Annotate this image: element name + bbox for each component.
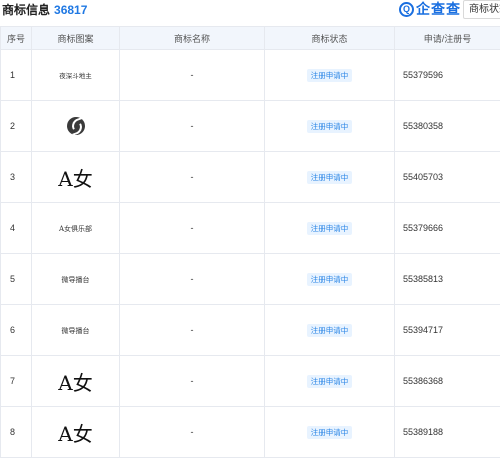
trademark-name: -: [120, 152, 265, 203]
trademark-logo-text: A女: [58, 422, 92, 446]
status-badge: 注册申请中: [307, 426, 353, 439]
table-row[interactable]: 7 A女 - 注册申请中 55386368: [1, 356, 500, 407]
table-row[interactable]: 6 微导播台 - 注册申请中 55394717: [1, 305, 500, 356]
trademark-logo-cell[interactable]: 微导播台: [32, 305, 120, 356]
trademark-logo-text: 夜深斗地主: [59, 72, 92, 80]
status-cell: 注册申请中: [265, 305, 395, 356]
row-index: 4: [1, 203, 32, 254]
status-cell: 注册申请中: [265, 152, 395, 203]
section-title: 商标信息 36817: [2, 1, 87, 18]
row-index: 7: [1, 356, 32, 407]
trademark-logo-text: A女: [58, 167, 92, 191]
registration-number[interactable]: 55389188: [395, 407, 500, 458]
registration-number[interactable]: 55379596: [395, 50, 500, 101]
table-header-row: 序号 商标图案 商标名称 商标状态 申请/注册号: [1, 27, 500, 50]
registration-number[interactable]: 55394717: [395, 305, 500, 356]
trademark-logo-cell[interactable]: A女俱乐部: [32, 203, 120, 254]
trademark-logo-cell[interactable]: 微导播台: [32, 254, 120, 305]
registration-number[interactable]: 55379666: [395, 203, 500, 254]
status-cell: 注册申请中: [265, 50, 395, 101]
status-cell: 注册申请中: [265, 101, 395, 152]
column-header-reg-no: 申请/注册号: [395, 27, 500, 50]
trademark-table: 序号 商标图案 商标名称 商标状态 申请/注册号 1 夜深斗地主 - 注册申请中 553…: [0, 26, 500, 458]
table-row[interactable]: 3 A女 - 注册申请中 55405703: [1, 152, 500, 203]
trademark-name: -: [120, 305, 265, 356]
status-cell: 注册申请中: [265, 254, 395, 305]
table-row[interactable]: 1 夜深斗地主 - 注册申请中 55379596: [1, 50, 500, 101]
trademark-logo-text: A女: [58, 371, 92, 395]
trademark-logo-text: 微导播台: [62, 276, 90, 284]
column-header-logo: 商标图案: [32, 27, 120, 50]
status-filter-dropdown[interactable]: 商标状态: [463, 0, 500, 19]
status-badge: 注册申请中: [307, 171, 353, 184]
row-index: 2: [1, 101, 32, 152]
qichacha-logo-text: 企查查: [416, 0, 461, 19]
row-index: 5: [1, 254, 32, 305]
status-badge: 注册申请中: [307, 273, 353, 286]
table-row[interactable]: 2 - 注册申请中 55380358: [1, 101, 500, 152]
trademark-logo-cell[interactable]: 夜深斗地主: [32, 50, 120, 101]
table-row[interactable]: 5 微导播台 - 注册申请中 55385813: [1, 254, 500, 305]
s-logo-icon: [67, 117, 85, 135]
status-badge: 注册申请中: [307, 324, 353, 337]
registration-number[interactable]: 55405703: [395, 152, 500, 203]
column-header-status: 商标状态: [265, 27, 395, 50]
section-header: 商标信息 36817 Q 企查查 商标状态: [0, 0, 500, 22]
status-cell: 注册申请中: [265, 356, 395, 407]
section-title-label: 商标信息: [2, 3, 50, 17]
row-index: 6: [1, 305, 32, 356]
trademark-logo-cell[interactable]: A女: [32, 356, 120, 407]
trademark-name: -: [120, 254, 265, 305]
registration-number[interactable]: 55385813: [395, 254, 500, 305]
qichacha-logo-icon: Q: [399, 2, 414, 17]
status-badge: 注册申请中: [307, 120, 353, 133]
trademark-logo-text: A女俱乐部: [59, 225, 92, 233]
status-badge: 注册申请中: [307, 222, 353, 235]
registration-number[interactable]: 55386368: [395, 356, 500, 407]
trademark-logo-text: 微导播台: [62, 327, 90, 335]
qichacha-logo: Q 企查查: [399, 0, 461, 18]
trademark-name: -: [120, 203, 265, 254]
column-header-index: 序号: [1, 27, 32, 50]
row-index: 3: [1, 152, 32, 203]
trademark-name: -: [120, 407, 265, 458]
status-badge: 注册申请中: [307, 375, 353, 388]
trademark-logo-cell[interactable]: [32, 101, 120, 152]
trademark-logo-cell[interactable]: A女: [32, 152, 120, 203]
status-cell: 注册申请中: [265, 203, 395, 254]
table-row[interactable]: 4 A女俱乐部 - 注册申请中 55379666: [1, 203, 500, 254]
row-index: 1: [1, 50, 32, 101]
row-index: 8: [1, 407, 32, 458]
registration-number[interactable]: 55380358: [395, 101, 500, 152]
status-cell: 注册申请中: [265, 407, 395, 458]
trademark-name: -: [120, 356, 265, 407]
table-row[interactable]: 8 A女 - 注册申请中 55389188: [1, 407, 500, 458]
trademark-name: -: [120, 101, 265, 152]
trademark-logo-cell[interactable]: A女: [32, 407, 120, 458]
trademark-count: 36817: [54, 3, 87, 17]
status-badge: 注册申请中: [307, 69, 353, 82]
trademark-name: -: [120, 50, 265, 101]
column-header-name: 商标名称: [120, 27, 265, 50]
